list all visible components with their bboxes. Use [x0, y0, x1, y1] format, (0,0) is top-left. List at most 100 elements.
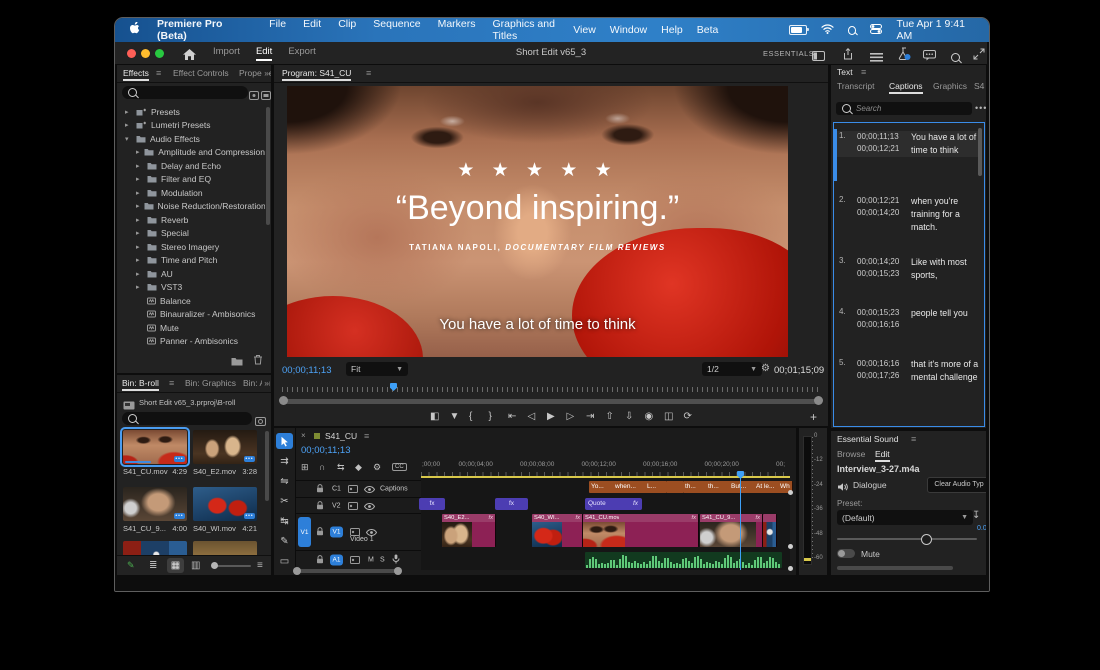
caption-row[interactable]: 5.00;00;16;1600;00;17;26that it's more o… — [834, 358, 982, 384]
v-scroll-handle-bottom[interactable] — [788, 566, 793, 571]
mute-track-label[interactable]: M — [368, 557, 374, 564]
tree-chevron-icon[interactable]: ▸ — [136, 216, 143, 224]
effects-tree-item[interactable]: Mute — [117, 321, 265, 335]
bin-item[interactable]: •••S40_E2.mov3:28 — [193, 430, 257, 476]
wrench-icon[interactable]: ⚙ — [373, 462, 381, 473]
search-icon[interactable] — [951, 53, 960, 62]
clip-thumbnail[interactable] — [123, 541, 187, 555]
program-scrollbar[interactable] — [282, 399, 820, 404]
tab-bin-graphics[interactable]: Bin: Graphics — [185, 378, 236, 388]
tree-chevron-icon[interactable]: ▸ — [136, 175, 143, 183]
bin-search-input[interactable] — [122, 412, 252, 425]
captions-search-input[interactable]: Search — [836, 102, 972, 115]
more-options-badge[interactable]: ••• — [244, 456, 255, 462]
close-sequence-icon[interactable]: × — [301, 431, 306, 440]
h-scroll-right-handle[interactable] — [394, 567, 402, 575]
video-clip[interactable]: S41_CU.movfx — [583, 514, 699, 547]
delete-icon[interactable] — [253, 352, 263, 370]
mark-in-icon[interactable]: { — [469, 411, 472, 422]
v1-target-pill[interactable]: V1 — [330, 527, 343, 538]
32bit-color-badge-icon[interactable] — [261, 87, 271, 105]
v-scroll-handle-mid[interactable] — [788, 544, 793, 549]
tree-chevron-icon[interactable]: ▸ — [136, 162, 143, 170]
menu-sequence[interactable]: Sequence — [373, 18, 420, 42]
effects-scrollbar[interactable] — [266, 107, 270, 225]
timeline-timecode[interactable]: 00;00;11;13 — [301, 445, 350, 456]
loudness-slider[interactable] — [837, 538, 977, 540]
tab-captions[interactable]: Captions — [889, 81, 923, 94]
menu-window[interactable]: Window — [610, 24, 647, 36]
zoom-slider-knob[interactable] — [211, 562, 218, 569]
clip-thumbnail[interactable]: ••• — [193, 487, 257, 521]
tab-transcript[interactable]: Transcript — [837, 81, 874, 91]
effects-tree-item[interactable]: ▸Noise Reduction/Restoration — [117, 200, 265, 214]
icon-view-icon[interactable]: ▦ — [167, 558, 184, 573]
selection-tool[interactable] — [276, 433, 293, 449]
effects-tree-item[interactable]: ▸Delay and Echo — [117, 159, 265, 173]
lift-icon[interactable]: ⇧ — [606, 411, 614, 422]
program-timecode[interactable]: 00;00;11;13 — [282, 365, 331, 376]
play-icon[interactable]: ▶ — [547, 411, 555, 422]
v1-source-pill[interactable]: V1 — [298, 517, 311, 547]
mode-tab-export[interactable]: Export — [288, 46, 315, 61]
caption-text[interactable]: that it's more of a mental challenge — [911, 358, 982, 384]
track-output-icon[interactable] — [348, 480, 358, 498]
mode-tab-import[interactable]: Import — [213, 46, 240, 61]
scrollbar-right-handle[interactable] — [814, 396, 823, 405]
lock-icon[interactable] — [316, 523, 324, 541]
tab-edit[interactable]: Edit — [875, 449, 890, 462]
fullscreen-expand-icon[interactable] — [973, 47, 985, 65]
accelerated-effects-badge-icon[interactable] — [249, 87, 259, 105]
effects-tree-item[interactable]: Panner - Ambisonics — [117, 335, 265, 349]
freeform-view-icon[interactable]: ▥ — [191, 561, 200, 571]
loudness-slider-knob[interactable] — [921, 534, 932, 545]
tree-chevron-icon[interactable]: ▸ — [136, 148, 140, 156]
list-view-icon[interactable]: ≣ — [149, 561, 157, 571]
captions-scrollbar[interactable] — [978, 128, 982, 176]
caption-clip[interactable]: Yo... — [589, 481, 615, 493]
video-clip[interactable]: S41_CU_9...fx — [700, 514, 763, 547]
battery-icon[interactable] — [789, 25, 807, 35]
clear-audio-type-button[interactable]: Clear Audio Typ — [927, 477, 986, 493]
go-to-in-icon[interactable]: ⇤ — [508, 411, 516, 422]
caption-clip[interactable]: th... — [706, 481, 731, 493]
home-icon[interactable] — [183, 47, 196, 65]
tab-program[interactable]: Program: S41_CU — [282, 68, 351, 81]
menubar-app-name[interactable]: Premiere Pro (Beta) — [157, 18, 252, 42]
effects-tree-item[interactable]: ▸Filter and EQ — [117, 173, 265, 187]
share-icon[interactable] — [842, 47, 854, 65]
program-video-frame[interactable]: ★ ★ ★ ★ ★ “Beyond inspiring.” TATIANA NA… — [287, 86, 788, 357]
bin-item[interactable]: •••S41_CU.mov4:29 — [123, 430, 187, 476]
tree-chevron-icon[interactable]: ▸ — [125, 121, 132, 129]
thumbnail-zoom-slider[interactable] — [213, 565, 251, 567]
menubar-clock[interactable]: Tue Apr 1 9:41 AM — [896, 18, 977, 42]
playback-resolution-dropdown[interactable]: 1/2▼ — [702, 362, 762, 376]
tab-s4[interactable]: S4 — [974, 81, 984, 91]
tree-chevron-icon[interactable]: ▸ — [125, 108, 132, 116]
zoom-window-button[interactable] — [155, 49, 164, 58]
lock-icon[interactable] — [316, 497, 324, 515]
bin-breadcrumb[interactable]: Short Edit v65_3.prproj\B-roll — [139, 398, 235, 407]
step-back-icon[interactable]: ◁ — [528, 411, 536, 422]
effects-tree-item[interactable]: ▸Special — [117, 227, 265, 241]
graphics-clip[interactable]: Quotefx — [585, 498, 642, 510]
caption-clip[interactable]: when... — [613, 481, 647, 493]
effects-tree-item[interactable]: ▸Modulation — [117, 186, 265, 200]
graphics-clip[interactable]: fx — [419, 498, 445, 510]
effects-tree-item[interactable]: ▸Stereo Imagery — [117, 240, 265, 254]
menu-beta[interactable]: Beta — [697, 24, 719, 36]
tab-overflow-icon[interactable]: » — [262, 68, 269, 78]
menu-markers[interactable]: Markers — [438, 18, 476, 42]
mark-out-icon[interactable]: } — [489, 411, 492, 422]
caption-row[interactable]: 3.00;00;14;2000;00;15;23Like with most s… — [834, 256, 982, 282]
writable-toggle-icon[interactable]: ✎ — [127, 560, 135, 571]
lock-icon[interactable] — [316, 551, 324, 569]
more-options-badge[interactable]: ••• — [244, 513, 255, 519]
save-preset-icon[interactable]: ↧ — [972, 511, 980, 521]
menu-help[interactable]: Help — [661, 24, 683, 36]
video-clip[interactable] — [763, 514, 777, 547]
h-scroll-left-handle[interactable] — [293, 567, 301, 575]
control-center-icon[interactable] — [870, 24, 882, 37]
caption-text[interactable]: when you're training for a match. — [911, 195, 982, 233]
effects-tree-item[interactable]: ▸Lumetri Presets — [117, 119, 265, 133]
